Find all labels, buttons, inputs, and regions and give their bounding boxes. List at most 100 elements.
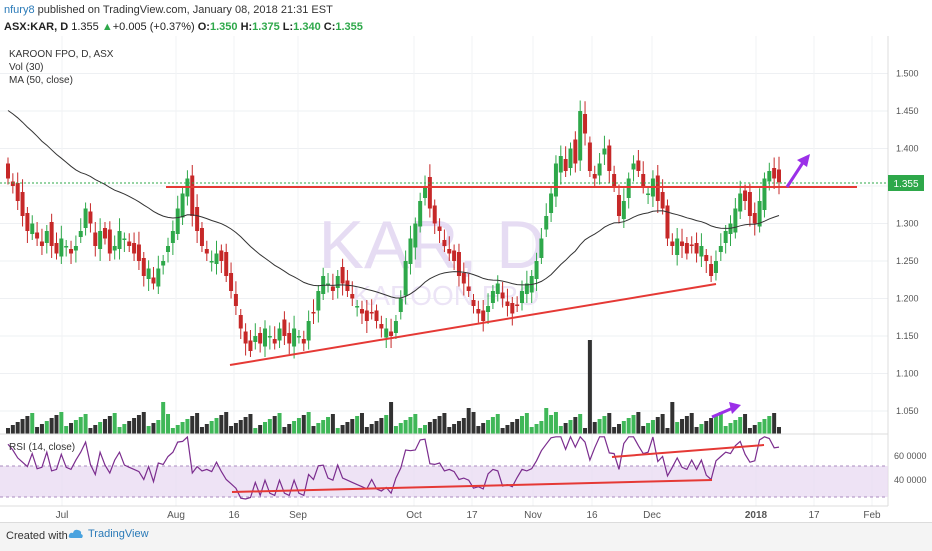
volume-bar	[520, 416, 524, 434]
candle-body	[534, 261, 539, 279]
volume-bar	[403, 420, 408, 434]
candle-body	[248, 340, 253, 351]
tradingview-link[interactable]: TradingView	[68, 528, 149, 540]
time-tick-label: Jul	[56, 510, 69, 521]
candle-body	[30, 223, 35, 234]
volume-bar	[321, 420, 326, 434]
candle-body	[578, 111, 583, 161]
candle-body	[616, 195, 621, 216]
volume-bar	[699, 424, 704, 434]
volume-bar	[292, 421, 297, 434]
volume-bar	[602, 416, 607, 434]
volume-bar	[156, 420, 161, 434]
author-link[interactable]: nfury8	[4, 4, 35, 16]
candle-body	[621, 201, 626, 219]
candle-body	[175, 208, 180, 234]
candle-body	[359, 309, 364, 314]
candle-body	[602, 148, 607, 155]
candle-body	[340, 267, 345, 284]
candle-body	[277, 328, 282, 341]
volume-bar	[505, 425, 510, 434]
candle-body	[607, 145, 612, 171]
candle-body	[364, 310, 369, 321]
volume-bar	[689, 413, 694, 434]
candle-body	[78, 231, 83, 237]
candle-body	[486, 306, 491, 312]
candle-body	[59, 238, 64, 257]
candle-body	[660, 192, 665, 209]
candle-body	[718, 246, 723, 252]
volume-bar	[607, 413, 612, 434]
volume-bar	[44, 421, 49, 434]
volume-bar	[136, 415, 141, 434]
volume-bar	[102, 419, 107, 434]
volume-bar	[180, 422, 185, 434]
volume-bar	[777, 427, 781, 434]
price-tick-label: 1.100	[896, 369, 919, 379]
candle-body	[10, 181, 15, 186]
candle-body	[316, 291, 321, 311]
volume-bar	[641, 426, 646, 434]
candle-body	[209, 261, 214, 263]
price-chart[interactable]: KAR, D KAROON FPO 1.5001.4501.4001.3501.…	[0, 36, 932, 522]
volume-bar	[316, 423, 321, 434]
candle-body	[229, 273, 234, 291]
volume-bar	[398, 423, 403, 434]
volume-bar	[631, 415, 636, 434]
candle-body	[767, 171, 772, 182]
candle-body	[476, 309, 481, 314]
volume-bar	[757, 422, 762, 434]
candle-body	[675, 238, 680, 255]
volume-bar	[132, 418, 137, 434]
volume-bar	[379, 418, 384, 434]
candle-body	[20, 192, 25, 216]
volume-bar	[6, 428, 10, 434]
volume-bar	[185, 419, 190, 434]
volume-bar	[456, 421, 461, 434]
price-value: 1.355	[71, 21, 99, 33]
volume-bar	[287, 424, 292, 434]
candle-body	[267, 336, 272, 338]
volume-bar	[166, 414, 171, 434]
time-tick-label: Sep	[289, 510, 307, 521]
volume-bar	[709, 418, 714, 434]
volume-bar	[490, 417, 495, 434]
volume-bar	[301, 415, 306, 434]
candle-body	[733, 208, 738, 233]
rsi-tick-40: 40 0000	[894, 475, 927, 485]
candle-body	[195, 207, 200, 231]
candle-body	[432, 205, 437, 224]
candle-body	[93, 232, 98, 246]
candle-body	[204, 249, 209, 254]
volume-bar	[655, 417, 660, 434]
candle-body	[777, 169, 781, 183]
candle-body	[54, 243, 59, 254]
volume-bar	[127, 421, 132, 434]
created-with-label: Created with	[6, 530, 68, 542]
candle-body	[437, 226, 442, 231]
candle-body	[515, 304, 520, 306]
volume-bar	[69, 423, 74, 434]
candle-body	[180, 193, 185, 218]
candle-body	[558, 156, 563, 173]
volume-bar	[461, 418, 466, 434]
candle-body	[747, 192, 752, 216]
candle-body	[563, 159, 568, 171]
candle-body	[471, 300, 476, 306]
candle-body	[713, 261, 718, 273]
volume-bar	[728, 423, 733, 434]
volume-bar	[199, 427, 204, 434]
volume-bar	[573, 417, 578, 434]
price-tick-label: 1.500	[896, 69, 919, 79]
volume-bar	[146, 426, 151, 434]
volume-bar	[408, 417, 413, 434]
candle-body	[670, 241, 675, 246]
candle-body	[636, 160, 641, 171]
volume-bar	[30, 413, 35, 434]
volume-bar	[59, 412, 64, 434]
volume-bar	[578, 414, 583, 434]
low-value: 1.340	[293, 21, 321, 33]
price-tick-label: 1.300	[896, 219, 919, 229]
volume-bar	[122, 424, 127, 434]
candle-body	[442, 240, 447, 246]
